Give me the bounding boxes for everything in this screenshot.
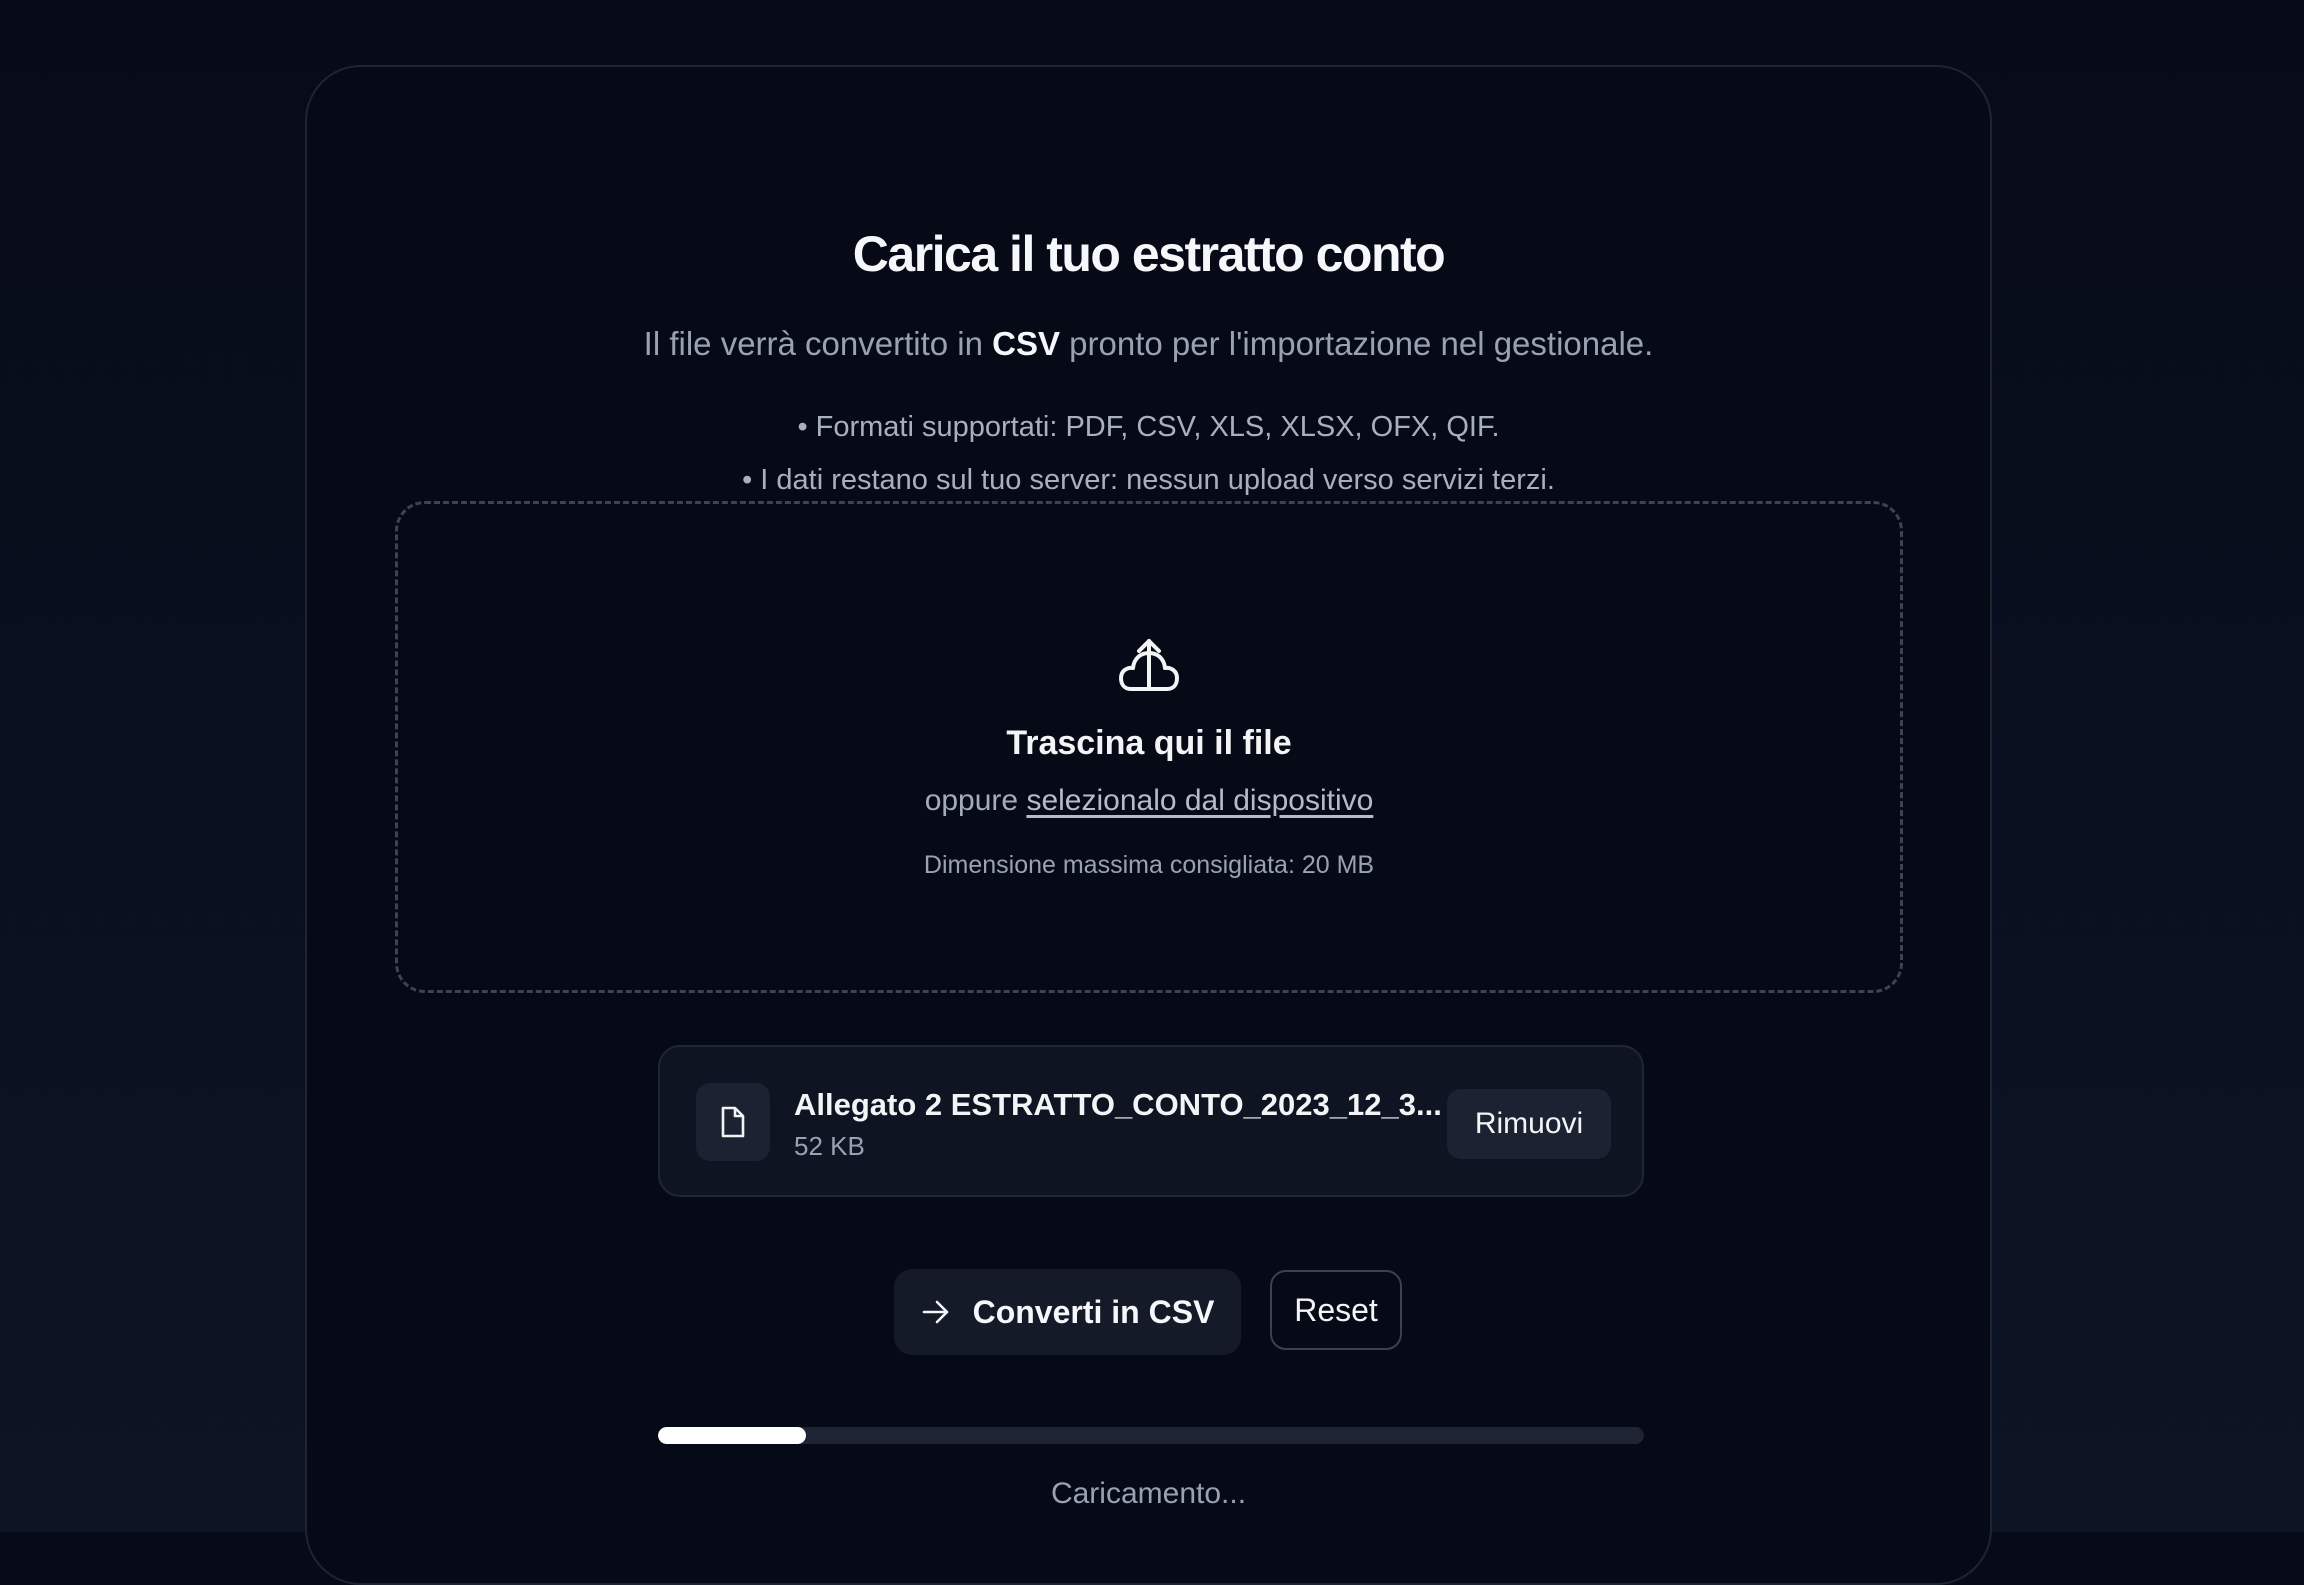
- remove-file-button[interactable]: Rimuovi: [1447, 1089, 1611, 1159]
- upload-progress-fill: [658, 1427, 806, 1444]
- dropzone-alternative: oppure selezionalo dal dispositivo: [398, 784, 1900, 818]
- convert-csv-button[interactable]: Converti in CSV: [894, 1269, 1241, 1355]
- upload-cloud-icon: [398, 637, 1900, 697]
- max-size-hint: Dimensione massima consigliata: 20 MB: [923, 851, 1375, 879]
- bullet-privacy: • I dati restano sul tuo server: nessun …: [742, 464, 1555, 496]
- file-icon: [696, 1083, 770, 1161]
- page-title: Carica il tuo estratto conto: [852, 226, 1446, 282]
- file-size: 52 KB: [794, 1131, 865, 1161]
- upload-progress-bar: [658, 1427, 1644, 1444]
- upload-status: Caricamento...: [1050, 1477, 1247, 1510]
- reset-button[interactable]: Reset: [1270, 1270, 1402, 1350]
- dropzone-alt-prefix: oppure: [924, 784, 1027, 817]
- upload-card: Carica il tuo estratto conto Il file ver…: [305, 65, 1992, 1585]
- subtitle-suffix: pronto per l'importazione nel gestionale…: [1060, 325, 1654, 362]
- subtitle-highlight: CSV: [992, 325, 1060, 362]
- subtitle-prefix: Il file verrà convertito in: [643, 325, 993, 362]
- selected-file: Allegato 2 ESTRATTO_CONTO_2023_12_3... 5…: [658, 1045, 1644, 1197]
- page-subtitle: Il file verrà convertito in CSV pronto p…: [307, 325, 1990, 363]
- select-file-link[interactable]: selezionalo dal dispositivo: [1026, 784, 1373, 817]
- dropzone-title: Trascina qui il file: [1006, 724, 1292, 762]
- info-bullets: • Formati supportati: PDF, CSV, XLS, XLS…: [307, 401, 1990, 507]
- convert-button-label: Converti in CSV: [972, 1293, 1215, 1330]
- bullet-formats: • Formati supportati: PDF, CSV, XLS, XLS…: [797, 411, 1500, 443]
- file-name: Allegato 2 ESTRATTO_CONTO_2023_12_3...: [794, 1087, 1442, 1122]
- file-dropzone[interactable]: Trascina qui il file oppure selezionalo …: [395, 501, 1903, 993]
- arrow-right-icon: [921, 1299, 951, 1325]
